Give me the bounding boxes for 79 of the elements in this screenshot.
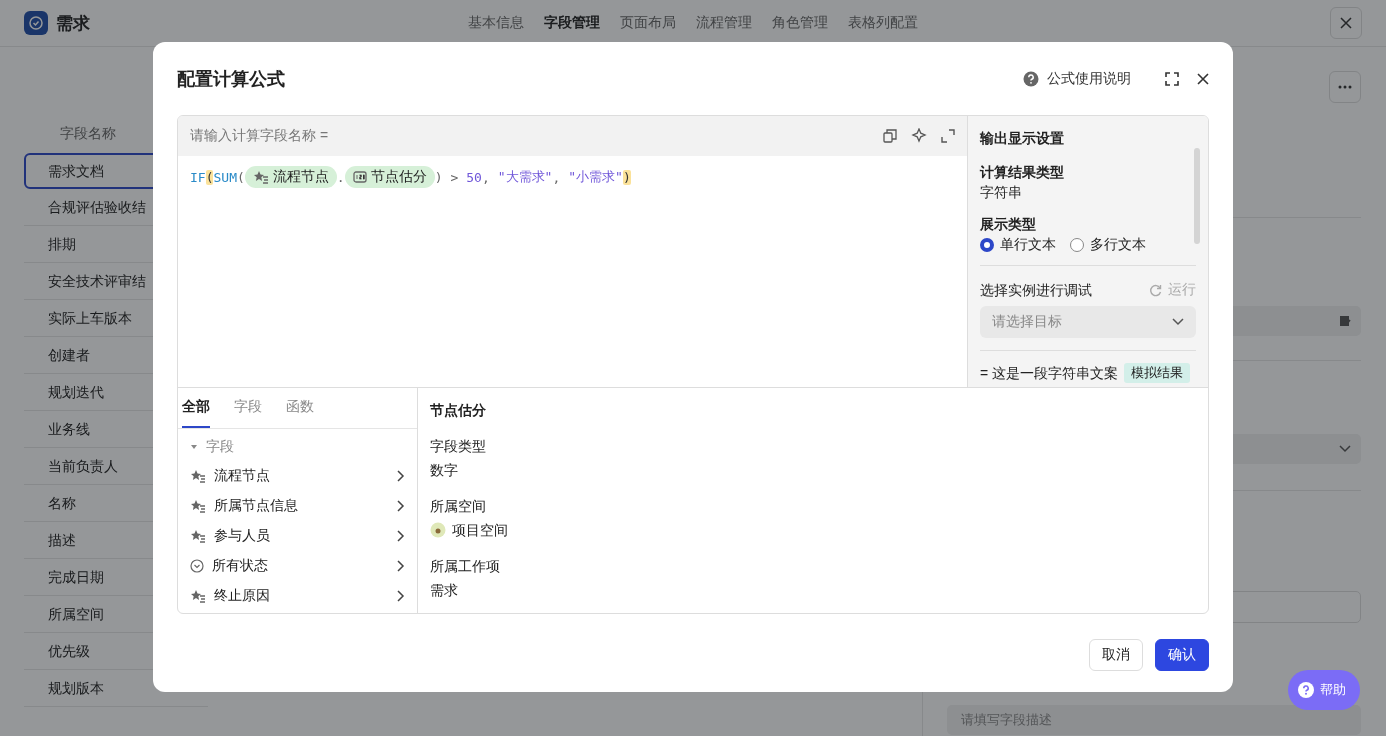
number-field-icon — [352, 171, 367, 183]
star-list-icon — [252, 170, 269, 184]
punctuation: ( — [236, 169, 245, 185]
help-link[interactable]: 公式使用说明 — [1023, 69, 1131, 88]
avocado-icon — [430, 522, 446, 538]
radio-option[interactable]: 单行文本 — [980, 236, 1056, 254]
library-tab[interactable]: 函数 — [286, 388, 314, 428]
field-chip[interactable]: 流程节点 — [244, 166, 337, 188]
punctuation: > — [450, 169, 459, 185]
result-text: = 这是一段字符串文案 — [980, 364, 1119, 383]
result-tag: 模拟结果 — [1124, 363, 1191, 383]
close-icon — [1197, 72, 1209, 85]
field-value: 需求 — [430, 581, 459, 600]
punctuation: ( — [205, 169, 214, 185]
nav-tab[interactable]: 字段管理 — [544, 14, 600, 32]
target-select[interactable]: 请选择目标 — [980, 306, 1196, 338]
fullscreen-icon — [1165, 71, 1179, 86]
detail-title: 节点估分 — [430, 401, 487, 420]
chevron-right-icon — [397, 500, 405, 512]
expand-icon[interactable] — [941, 129, 955, 143]
section-title: 输出显示设置 — [980, 129, 1065, 148]
nav-tab[interactable]: 表格列配置 — [848, 14, 918, 32]
punctuation: , — [481, 169, 490, 185]
library-tab[interactable]: 字段 — [234, 388, 262, 428]
field-value: 字符串 — [980, 183, 1023, 202]
chevron-right-icon — [397, 530, 405, 542]
function-name: IF — [190, 169, 206, 185]
string-literal: "大需求" — [497, 168, 553, 186]
more-icon — [1338, 85, 1352, 89]
close-icon — [1340, 17, 1352, 29]
nav-tab[interactable]: 页面布局 — [620, 14, 676, 32]
radio-option[interactable]: 多行文本 — [1070, 236, 1146, 254]
fullscreen-button[interactable] — [1165, 71, 1179, 86]
field-chip[interactable]: 节点估分 — [344, 166, 435, 188]
library-tab[interactable]: 全部 — [182, 388, 210, 428]
chevron-right-icon — [397, 560, 405, 572]
function-name: SUM — [213, 169, 237, 185]
star-list-icon — [190, 589, 206, 603]
cancel-button[interactable]: 取消 — [1089, 639, 1143, 671]
chevron-right-icon — [397, 470, 405, 482]
punctuation: ) — [434, 169, 443, 185]
confirm-button[interactable]: 确认 — [1155, 639, 1209, 671]
punctuation: , — [552, 169, 561, 185]
dialog-title: 配置计算公式 — [177, 67, 286, 91]
star-list-icon — [190, 499, 206, 513]
chevron-right-icon — [397, 590, 405, 602]
help-icon — [1023, 70, 1039, 87]
star-list-icon — [190, 529, 206, 543]
star-list-icon — [190, 469, 206, 483]
refresh-icon — [1149, 283, 1162, 297]
field-label: 所属空间 — [430, 497, 487, 516]
punctuation: ) — [622, 169, 631, 185]
sparkle-icon[interactable] — [911, 128, 927, 144]
copy-icon[interactable] — [883, 129, 897, 143]
field-value: 数字 — [430, 461, 459, 480]
field-label: 字段类型 — [430, 437, 487, 456]
app-title: 需求 — [56, 12, 90, 35]
app-logo-icon — [24, 11, 48, 35]
nav-tab[interactable]: 流程管理 — [696, 14, 752, 32]
help-icon — [1298, 682, 1314, 698]
scrollbar[interactable] — [1194, 148, 1200, 244]
group-label: 字段 — [206, 438, 234, 456]
help-button[interactable]: 帮助 — [1288, 670, 1360, 710]
caret-down-icon[interactable] — [190, 443, 198, 451]
field-label: 所属工作项 — [430, 557, 501, 576]
chevron-down-icon — [1172, 318, 1184, 326]
field-label: 展示类型 — [980, 215, 1037, 234]
field-label: 计算结果类型 — [980, 163, 1065, 182]
nav-tab[interactable]: 角色管理 — [772, 14, 828, 32]
status-icon — [190, 559, 204, 573]
chevron-down-icon — [1339, 445, 1351, 453]
close-button[interactable] — [1197, 72, 1209, 85]
string-literal: "小需求" — [568, 168, 623, 186]
punctuation: . — [336, 169, 345, 185]
number-literal: 50 — [466, 169, 482, 185]
field-value: 项目空间 — [452, 521, 508, 540]
column-header: 字段名称 — [60, 125, 116, 143]
nav-tab[interactable]: 基本信息 — [468, 14, 524, 32]
field-label: 选择实例进行调试 — [980, 281, 1092, 300]
